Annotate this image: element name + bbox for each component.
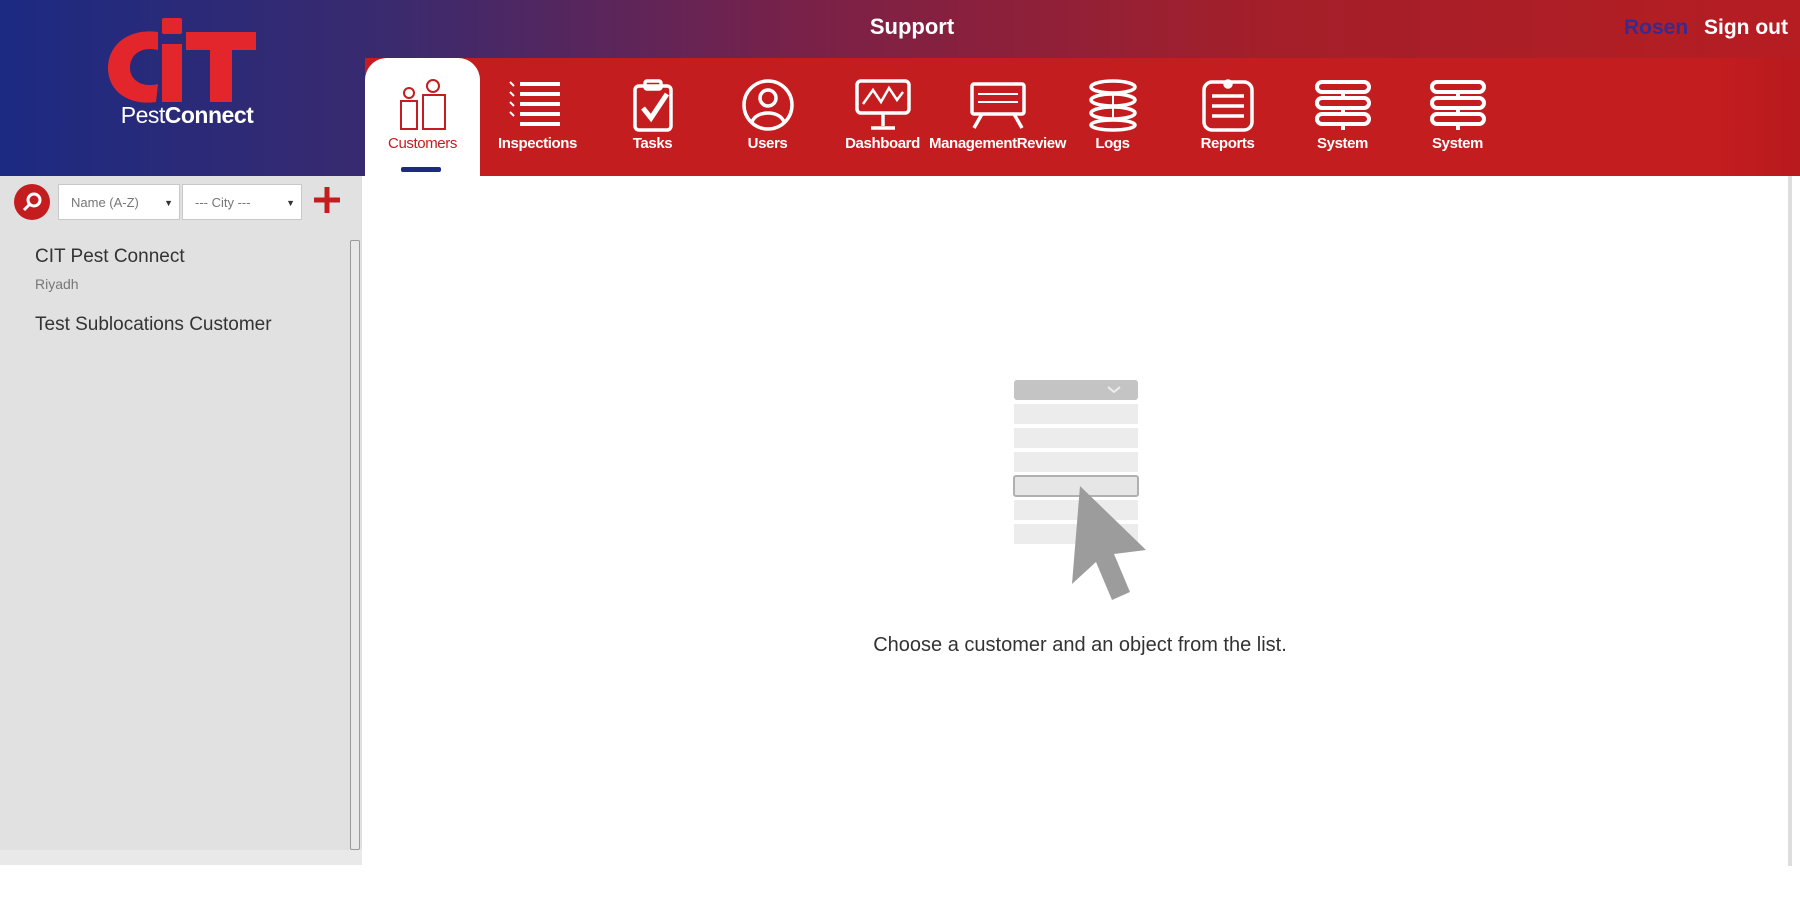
add-customer-button[interactable] bbox=[312, 185, 342, 220]
chevron-down-icon: ▼ bbox=[286, 198, 295, 208]
list-item[interactable]: CIT Pest Connect Riyadh bbox=[0, 246, 185, 292]
tab-label: Users bbox=[747, 135, 788, 152]
search-icon bbox=[22, 192, 42, 212]
user-area: Rosen Sign out bbox=[1624, 16, 1788, 40]
tab-label: System bbox=[1432, 135, 1483, 152]
select-list-illustration-icon bbox=[1013, 380, 1146, 600]
tasks-clipboard-icon bbox=[632, 79, 673, 132]
tab-customers[interactable]: Customers bbox=[365, 58, 480, 176]
tab-reports[interactable]: Reports bbox=[1170, 58, 1285, 176]
tab-label: Logs bbox=[1095, 135, 1130, 152]
tab-label: Customers bbox=[388, 135, 457, 152]
logs-stack-icon bbox=[1088, 79, 1137, 132]
tab-label: Dashboard bbox=[845, 135, 920, 152]
user-name[interactable]: Rosen bbox=[1624, 16, 1688, 39]
tab-users[interactable]: Users bbox=[710, 58, 825, 176]
plus-icon bbox=[314, 186, 340, 213]
sort-select[interactable]: Name (A-Z) ▼ bbox=[58, 184, 180, 220]
logo-wordmark: PestConnect bbox=[120, 102, 254, 128]
search-button[interactable] bbox=[14, 184, 50, 220]
tab-system[interactable]: System bbox=[1285, 58, 1400, 176]
sort-select-value: Name (A-Z) bbox=[71, 194, 139, 210]
dashboard-icon bbox=[854, 79, 911, 130]
tab-label: ManagementReview bbox=[929, 135, 1066, 152]
tab-system-2[interactable]: System bbox=[1400, 58, 1515, 176]
tab-management-review[interactable]: ManagementReview bbox=[929, 58, 1066, 176]
customer-city: Riyadh bbox=[35, 276, 79, 292]
tab-inspections[interactable]: Inspections bbox=[480, 58, 595, 176]
empty-state-hint: Choose a customer and an object from the… bbox=[873, 634, 1287, 656]
management-review-icon bbox=[969, 82, 1026, 129]
list-item[interactable]: Test Sublocations Customer bbox=[0, 314, 272, 336]
tab-label: Inspections bbox=[498, 135, 577, 152]
tab-label: Tasks bbox=[632, 135, 673, 152]
sidebar-footer bbox=[0, 850, 362, 865]
customers-icon bbox=[399, 79, 446, 130]
chevron-down-icon: ▼ bbox=[164, 198, 173, 208]
users-icon bbox=[741, 79, 794, 131]
reports-icon bbox=[1201, 79, 1254, 132]
city-select[interactable]: --- City --- ▼ bbox=[182, 184, 302, 220]
sign-out-link[interactable]: Sign out bbox=[1704, 16, 1788, 39]
tab-label: Reports bbox=[1200, 135, 1255, 152]
system-icon bbox=[1429, 80, 1486, 130]
main-scrollbar[interactable] bbox=[1788, 176, 1792, 866]
active-tab-indicator bbox=[401, 167, 441, 172]
system-icon bbox=[1314, 80, 1371, 130]
sidebar-toolbar: Name (A-Z) ▼ --- City --- ▼ bbox=[14, 182, 342, 222]
customer-name: CIT Pest Connect bbox=[35, 246, 185, 267]
inspections-list-icon bbox=[508, 81, 560, 126]
tab-dashboard[interactable]: Dashboard bbox=[825, 58, 940, 176]
page-title: Support bbox=[869, 14, 955, 39]
tab-logs[interactable]: Logs bbox=[1055, 58, 1170, 176]
main-nav: Customers Inspections Tasks Users Dashbo… bbox=[365, 58, 1515, 176]
city-select-value: --- City --- bbox=[195, 194, 251, 210]
sidebar-scrollbar[interactable] bbox=[350, 240, 360, 850]
customer-sidebar: Name (A-Z) ▼ --- City --- ▼ CIT Pest Con… bbox=[0, 176, 362, 850]
tab-label: System bbox=[1317, 135, 1368, 152]
tab-tasks[interactable]: Tasks bbox=[595, 58, 710, 176]
customer-name: Test Sublocations Customer bbox=[35, 314, 272, 335]
